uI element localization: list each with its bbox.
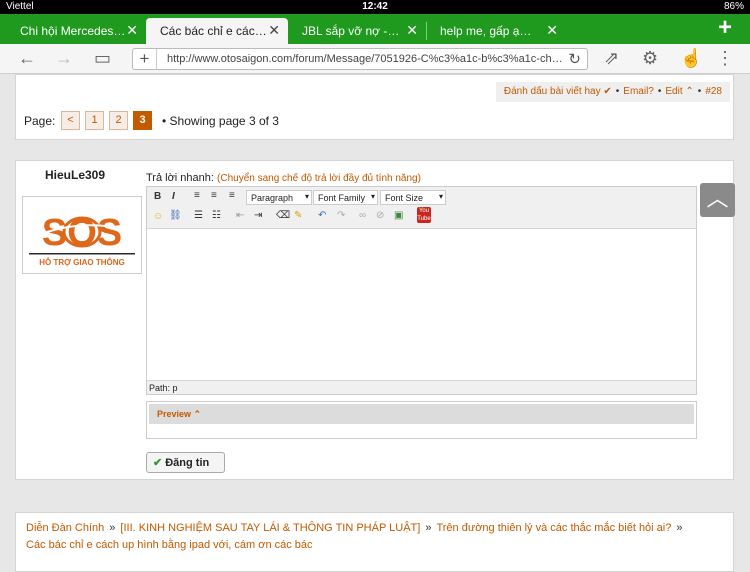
chevron-down-icon: ▾ [304,192,309,201]
breadcrumb: Diễn Đàn Chính» [III. KINH NGHIỆM SAU TAY… [26,522,683,551]
showing-text: • Showing page 3 of 3 [162,114,279,128]
quick-reply-title: Trả lời nhanh: [146,172,214,184]
quick-reply-label: Trả lời nhanh: (Chuyển sang chế độ trả l… [146,172,421,184]
add-bookmark-plus-icon[interactable]: + [133,49,157,69]
check-icon: ✔ [603,86,612,97]
bullet-list-icon[interactable]: ☰ [194,210,203,221]
new-tab-plus-icon[interactable]: + [718,14,732,42]
align-center-icon[interactable]: ≡ [211,190,217,201]
reload-icon[interactable]: ↻ [568,50,581,68]
indent-icon[interactable]: ⇥ [254,210,262,221]
eraser-icon[interactable]: ⌫ [276,210,290,221]
scroll-to-top-chevron-up-icon[interactable]: ︿ [700,183,735,217]
align-right-icon[interactable]: ≡ [229,190,235,201]
mark-good-post-link[interactable]: Đánh dấu bài viết hay [504,86,601,97]
chevron-up-icon: ⌃ [193,409,202,419]
clean-broom-icon[interactable]: ✎ [294,210,302,221]
avatar[interactable]: SOS HỖ TRỢ GIAO THÔNG [22,196,142,274]
breadcrumb-forum[interactable]: Trên đường thiên lý và các thắc mắc biết… [436,522,671,534]
format-select[interactable]: Paragraph ▾ [246,190,312,205]
italic-button[interactable]: I [172,191,175,202]
clock: 12:42 [362,1,388,12]
page-1-button[interactable]: 1 [85,111,104,130]
insert-image-icon[interactable]: ▣ [394,210,403,221]
share-icon[interactable]: ⇗ [604,48,619,69]
tab-jbl[interactable]: JBL sắp vỡ nợ -… ✕ [288,18,426,44]
numbered-list-icon[interactable]: ☷ [212,210,221,221]
bookmarks-book-icon[interactable]: ▭ [94,48,111,69]
submit-label: Đăng tin [165,457,210,469]
youtube-icon[interactable]: You Tube [417,207,431,223]
insert-link-icon[interactable]: ⛓ [169,210,182,221]
editor-path-bar: Path: p [147,380,696,394]
hand-pointer-icon[interactable]: ☝ [680,48,702,69]
sos-logo-icon: SOS HỖ TRỢ GIAO THÔNG [23,197,141,273]
prev-page-button[interactable]: < [61,111,80,130]
forward-arrow-icon[interactable]: → [55,48,73,69]
undo-icon[interactable]: ↶ [318,210,326,221]
link-icon[interactable]: ∞ [359,210,366,221]
check-icon: ✔ [153,457,163,469]
url-text[interactable]: http://www.otosaigon.com/forum/Message/7… [167,53,567,65]
font-family-select[interactable]: Font Family ▾ [313,190,378,205]
breadcrumb-section[interactable]: [III. KINH NGHIỆM SAU TAY LÁI & THÔNG TI… [120,522,420,534]
tab-label: help me, gấp ạ… [440,24,532,38]
pager-label: Page: [24,114,56,128]
tab-label: Chi hội Mercedes… [20,24,126,38]
smiley-icon[interactable]: ☺ [153,211,163,222]
page-3-current: 3 [133,111,152,130]
tab-cac-bac-chi-e[interactable]: Các bác chỉ e các… ✕ [146,18,288,44]
close-icon[interactable]: ✕ [406,22,418,39]
format-select-value: Paragraph [251,193,294,203]
preview-section: Preview ⌃ [146,401,697,439]
redo-icon[interactable]: ↷ [337,210,345,221]
align-left-icon[interactable]: ≡ [194,190,200,201]
tab-help-me[interactable]: help me, gấp ạ… ✕ [426,18,566,44]
browser-toolbar: ← → ▭ + http://www.otosaigon.com/forum/M… [0,44,750,74]
back-arrow-icon[interactable]: ← [18,48,36,69]
chevron-up-icon: ⌃ [685,86,694,97]
tab-chi-hoi-mercedes[interactable]: Chi hội Mercedes… ✕ [6,18,146,44]
close-icon[interactable]: ✕ [268,22,280,39]
breadcrumb-thread[interactable]: Các bác chỉ e cách up hình bằng ipad với… [26,539,313,551]
page-2-button[interactable]: 2 [109,111,128,130]
address-bar[interactable]: + http://www.otosaigon.com/forum/Message… [132,48,588,70]
tab-bar: Chi hội Mercedes… ✕ Các bác chỉ e các… ✕ J… [0,14,750,44]
post-submit-button[interactable]: ✔ Đăng tin [146,452,225,473]
outdent-icon[interactable]: ⇤ [236,210,244,221]
post-number-link[interactable]: #28 [705,86,722,97]
showing-label: Showing page 3 of 3 [169,114,279,128]
bold-button[interactable]: B [154,191,161,202]
username[interactable]: HieuLe309 [45,168,105,182]
font-size-select[interactable]: Font Size ▾ [380,190,446,205]
post-actions: Đánh dấu bài viết hay ✔ • Email? • Edit ⌃ • #2… [495,82,730,102]
gear-icon[interactable]: ⚙ [642,48,658,69]
svg-text:HỖ TRỢ GIAO THÔNG: HỖ TRỢ GIAO THÔNG [39,258,125,267]
breadcrumb-home[interactable]: Diễn Đàn Chính [26,522,104,534]
menu-dots-icon[interactable]: ⋮ [716,48,734,69]
battery-level: 86% [723,1,744,12]
chevron-down-icon: ▾ [438,192,443,201]
close-icon[interactable]: ✕ [126,22,138,39]
unlink-icon[interactable]: ⊘ [376,210,384,221]
full-editor-link[interactable]: (Chuyển sang chế độ trả lời đầy đủ tính … [217,173,421,184]
preview-toggle[interactable]: Preview ⌃ [149,404,694,424]
font-family-value: Font Family [318,193,366,203]
chevron-down-icon: ▾ [370,192,375,201]
tab-label: JBL sắp vỡ nợ -… [302,24,400,38]
tab-label: Các bác chỉ e các… [160,24,267,38]
editor-toolbar: B I ≡ ≡ ≡ Paragraph ▾ Font Family ▾ Font S… [147,187,696,229]
preview-label: Preview [157,409,192,419]
rich-text-editor[interactable]: B I ≡ ≡ ≡ Paragraph ▾ Font Family ▾ Font S… [146,186,697,395]
close-icon[interactable]: ✕ [546,22,558,39]
edit-link[interactable]: Edit [665,86,682,97]
email-link[interactable]: Email? [623,86,654,97]
font-size-value: Font Size [385,193,424,203]
status-bar: Viettel 12:42 86% [0,0,750,14]
